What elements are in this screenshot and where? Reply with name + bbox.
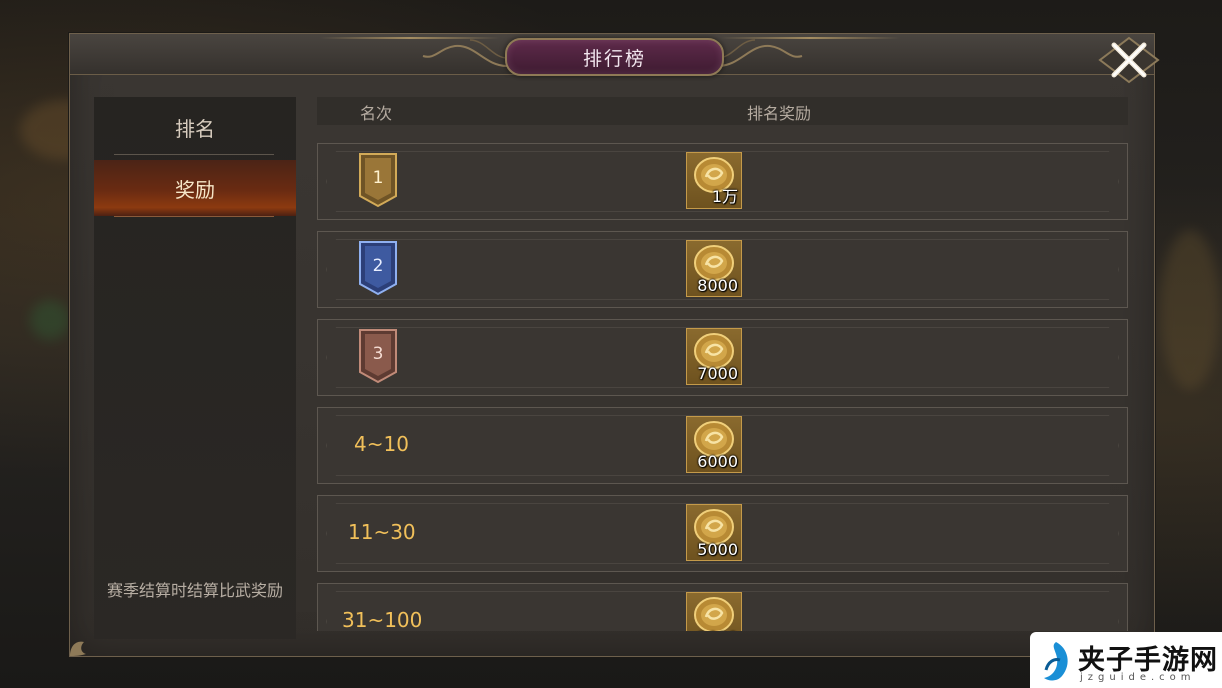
watermark-logo-icon [1044,642,1068,681]
watermark-subtitle: jzguide.com [1080,672,1196,683]
reward-quantity: 8000 [697,276,738,295]
tab-rewards[interactable]: 奖励 [94,160,296,216]
corner-ornament [70,641,86,656]
reward-row: 2 8000 [317,231,1128,308]
rank-range: 4~10 [354,432,409,456]
reward-quantity: 6000 [697,452,738,471]
window-title: 排行榜 [505,38,724,76]
header-reward: 排名奖励 [747,104,812,123]
bronze-ribbon-icon: 3 [358,328,398,384]
gold-ribbon-icon: 1 [358,152,398,208]
tab-divider [114,154,274,155]
reward-quantity: 1万 [711,187,738,206]
reward-row: 31~100 3000 [317,583,1128,631]
header-rank: 名次 [360,104,393,123]
background-blob [30,300,70,340]
reward-item[interactable]: 1万 [686,152,742,209]
reward-item[interactable]: 8000 [686,240,742,297]
reward-item[interactable]: 7000 [686,328,742,385]
blue-ribbon-icon: 2 [358,240,398,296]
right-swirl-ornament [717,39,803,67]
rank-number: 1 [372,168,384,188]
site-watermark: 夹子手游网 jzguide.com [1030,632,1222,688]
rank-number: 3 [372,344,384,364]
close-button[interactable] [1098,36,1160,84]
reward-list[interactable]: 1 1万 2 8000 3 7000 4~10 6000 11~30 5000 … [317,143,1128,631]
tab-divider [114,216,274,217]
rank-range: 11~30 [348,520,416,544]
reward-row: 1 1万 [317,143,1128,220]
reward-row: 4~10 6000 [317,407,1128,484]
background-blob [1160,230,1220,390]
table-header: 名次 排名奖励 [317,97,1128,125]
game-screen: 排行榜 排名 奖励 赛季结算时结算比武奖励 名次 排名奖励 1 1万 2 800… [0,0,1222,688]
sidebar: 排名 奖励 赛季结算时结算比武奖励 [94,97,296,639]
season-note: 赛季结算时结算比武奖励 [106,581,283,600]
left-swirl-ornament [422,39,508,67]
reward-item[interactable]: 6000 [686,416,742,473]
leaderboard-panel: 排行榜 排名 奖励 赛季结算时结算比武奖励 名次 排名奖励 1 1万 2 800… [69,33,1160,657]
reward-quantity: 5000 [697,540,738,559]
title-bar: 排行榜 [70,34,1154,76]
reward-row: 3 7000 [317,319,1128,396]
tab-ranking[interactable]: 排名 [94,99,296,155]
reward-quantity: 7000 [697,364,738,383]
close-icon [1098,36,1160,84]
rank-number: 2 [372,256,384,276]
reward-item[interactable]: 3000 [686,592,742,631]
reward-quantity: 3000 [697,628,738,631]
reward-item[interactable]: 5000 [686,504,742,561]
rank-range: 31~100 [342,608,423,631]
reward-row: 11~30 5000 [317,495,1128,572]
gold-coin-icon [694,597,734,631]
